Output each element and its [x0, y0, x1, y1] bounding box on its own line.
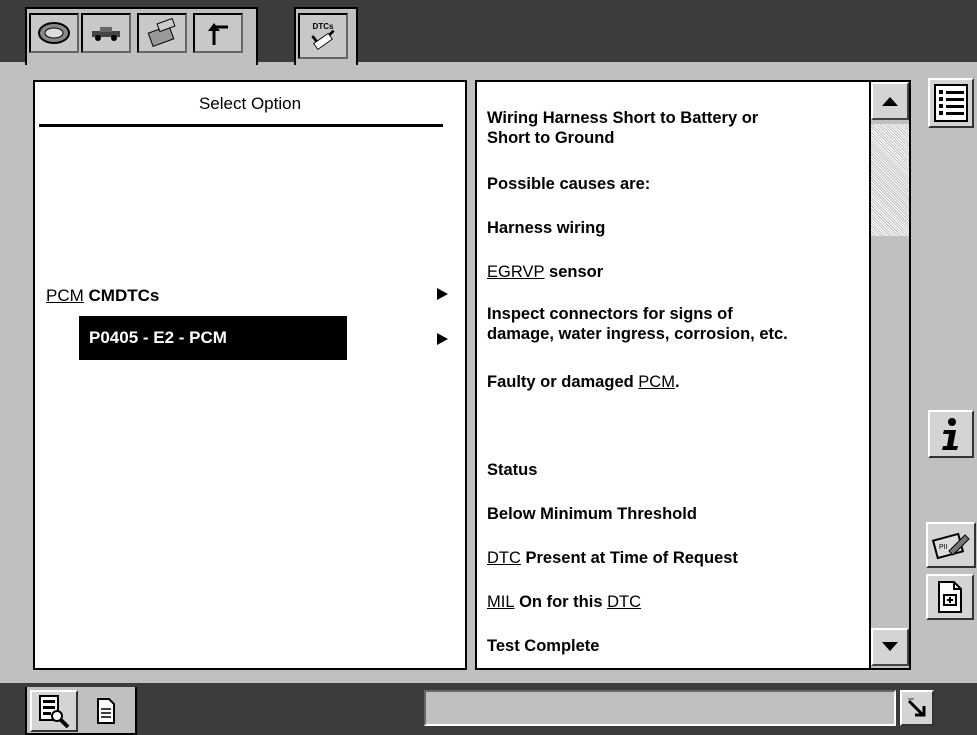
text-span: Present at Time of Request — [520, 549, 738, 567]
toolbox-icon — [147, 17, 176, 47]
scroll-up-button[interactable] — [871, 82, 909, 120]
return-tab[interactable] — [193, 13, 243, 53]
pcm-link[interactable]: PCM — [638, 373, 675, 391]
info-icon — [942, 418, 958, 450]
print-button[interactable]: PII — [926, 522, 976, 568]
status-line: DTC Present at Time of Request — [487, 548, 847, 568]
detail-line: Faulty or damaged PCM. — [487, 372, 847, 392]
pin-arrow-icon — [907, 698, 926, 717]
dtc-list-item-selected[interactable]: P0405 - E2 - PCM — [79, 316, 347, 360]
detail-line: Inspect connectors for signs of damage, … — [487, 304, 847, 344]
status-field — [424, 690, 896, 726]
scroll-down-button[interactable] — [871, 628, 909, 666]
status-line: Below Minimum Threshold — [487, 505, 697, 523]
info-button[interactable] — [928, 410, 974, 458]
text-line: Short to Ground — [487, 129, 615, 147]
panel-title: Select Option — [198, 94, 302, 113]
text-line: Inspect connectors for signs of — [487, 305, 733, 323]
detail-line: Wiring Harness Short to Battery or Short… — [487, 108, 847, 148]
arrow-down-icon — [882, 642, 898, 651]
status-heading: Status — [487, 461, 538, 479]
arrow-up-icon — [882, 97, 898, 106]
scroll-thumb[interactable] — [871, 124, 909, 236]
print-pad-icon: PII — [931, 532, 970, 560]
title-divider — [39, 124, 443, 127]
svg-text:PII: PII — [939, 544, 948, 551]
mil-link[interactable]: MIL — [487, 593, 515, 611]
inspect-button[interactable] — [30, 690, 78, 732]
vehicle-tab[interactable] — [29, 13, 79, 53]
text-span: Faulty or damaged — [487, 373, 639, 391]
detail-line: Possible causes are: — [487, 175, 651, 193]
select-option-panel: Select Option PCM CMDTCs P0405 - E2 - PC… — [33, 80, 467, 670]
vertical-scrollbar[interactable] — [869, 82, 909, 668]
status-line: Test Complete — [487, 637, 600, 655]
car-icon — [92, 27, 120, 41]
text-span: . — [674, 373, 680, 391]
dtc-details-panel: Wiring Harness Short to Battery or Short… — [475, 80, 911, 670]
dtcs-tab[interactable]: DTCs — [298, 13, 348, 59]
minimize-button[interactable] — [900, 690, 934, 726]
car-tab[interactable] — [81, 13, 131, 53]
dtc-check-icon: DTCs — [311, 22, 335, 50]
list-view-button[interactable] — [928, 78, 974, 128]
document-icon — [938, 581, 962, 613]
list-icon — [934, 84, 968, 122]
detail-line: EGRVP sensor — [487, 262, 847, 282]
text-line: Wiring Harness Short to Battery or — [487, 109, 759, 127]
option-label: CMDTCs — [83, 286, 160, 305]
document-button[interactable] — [926, 574, 974, 620]
status-line: MIL On for this DTC — [487, 592, 847, 612]
text-line: damage, water ingress, corrosion, etc. — [487, 325, 788, 343]
text-span: On for this — [514, 593, 608, 611]
expand-arrow-icon[interactable] — [437, 333, 448, 345]
dtc-link[interactable]: DTC — [487, 549, 521, 567]
detail-line: Harness wiring — [487, 219, 606, 237]
vehicle-badge-icon — [38, 22, 70, 44]
inspect-icon — [39, 695, 70, 728]
egrvp-link[interactable]: EGRVP — [487, 263, 544, 281]
option-pcm-cmdtcs[interactable]: PCM CMDTCs — [46, 286, 159, 306]
svg-text:DTCs: DTCs — [313, 22, 334, 31]
expand-arrow-icon[interactable] — [437, 288, 448, 300]
dtc-code-label: P0405 - E2 - PCM — [89, 328, 227, 347]
text-span: sensor — [544, 263, 604, 281]
return-arrow-icon — [208, 23, 228, 45]
pcm-link[interactable]: PCM — [46, 286, 84, 305]
page-view-button[interactable] — [88, 694, 124, 728]
page-icon — [97, 698, 115, 724]
dtc-link[interactable]: DTC — [607, 593, 641, 611]
toolbox-tab[interactable] — [137, 13, 187, 53]
